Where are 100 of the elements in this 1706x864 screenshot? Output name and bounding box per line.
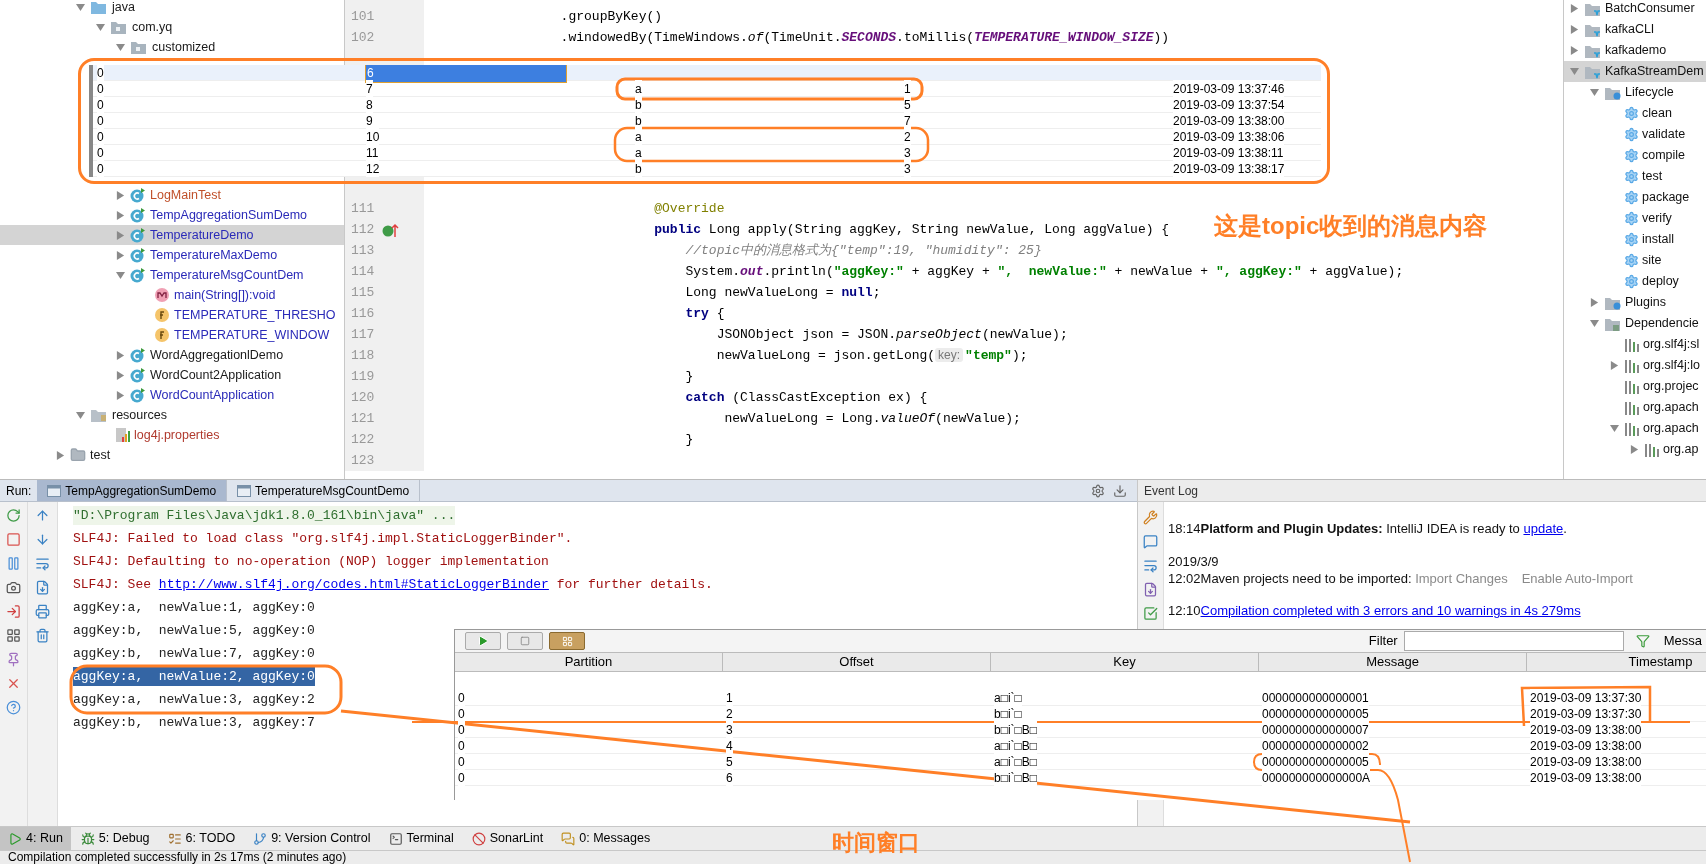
wrap-text-icon[interactable] [1143,558,1158,573]
settings-icon[interactable] [1091,483,1105,498]
expand-arrow-icon[interactable] [1630,445,1639,454]
maven-tree-item[interactable]: Plugins [1564,292,1706,313]
checkbox-icon[interactable] [1143,606,1158,621]
maven-tree-item[interactable]: Lifecycle [1564,82,1706,103]
filter-input[interactable] [1403,631,1624,651]
tree-item[interactable]: TemperatureMaxDemo [0,245,344,265]
arrow-down-icon[interactable] [35,532,50,547]
maven-tree-item[interactable]: install [1564,229,1706,250]
tree-item[interactable]: TemperatureMsgCountDem [0,265,344,285]
collapse-arrow-icon[interactable] [76,2,85,12]
tree-item[interactable]: resources [0,405,344,425]
trash-icon[interactable] [35,628,50,643]
collapse-arrow-icon[interactable] [1590,88,1599,97]
expand-arrow-icon[interactable] [1590,298,1599,307]
column-header[interactable]: Offset [723,653,991,671]
expand-arrow-icon[interactable] [116,350,125,360]
expand-arrow-icon[interactable] [1570,46,1579,55]
maven-tree-item[interactable]: test [1564,166,1706,187]
tool-window-tab[interactable]: 6: TODO [159,827,244,850]
log-action-link[interactable]: Enable Auto-Import [1521,569,1633,589]
log-action-link[interactable]: Import Changes [1415,569,1508,589]
maven-tree-item[interactable]: org.apach [1564,397,1706,418]
collapse-arrow-icon[interactable] [1570,67,1579,76]
maven-tree-item[interactable]: clean [1564,103,1706,124]
tool-window-tab[interactable]: 9: Version Control [245,827,379,850]
maven-tree-item[interactable]: kafkaCLI [1564,19,1706,40]
expand-arrow-icon[interactable] [116,210,125,220]
collapse-arrow-icon[interactable] [116,270,125,280]
balloon-icon[interactable] [1143,534,1158,549]
collapse-arrow-icon[interactable] [76,410,85,420]
expand-arrow-icon[interactable] [56,450,65,460]
tree-item[interactable]: java [0,0,344,17]
maven-tree-item[interactable]: kafkademo [1564,40,1706,61]
pause-icon[interactable] [6,556,21,571]
column-header[interactable]: Key [991,653,1259,671]
tree-item[interactable]: TEMPERATURE_WINDOW [0,325,344,345]
column-header[interactable]: Partition [455,653,723,671]
tree-item[interactable]: LogMainTest [0,185,344,205]
expand-arrow-icon[interactable] [116,250,125,260]
wrench-icon[interactable] [1143,510,1158,525]
tree-item[interactable]: com.yq [0,17,344,37]
tool-window-tab[interactable]: 4: Run [0,827,71,850]
help-icon[interactable] [6,700,21,715]
log-link[interactable]: Compilation completed with 3 errors and 10 warnings in 4s 279ms [1200,601,1581,621]
expand-arrow-icon[interactable] [116,230,125,240]
tree-item[interactable]: customized [0,37,344,57]
start-button[interactable] [465,632,501,650]
expand-arrow-icon[interactable] [1570,4,1579,13]
collapse-arrow-icon[interactable] [1610,424,1619,433]
close-icon[interactable] [6,676,21,691]
maven-tree-item[interactable]: package [1564,187,1706,208]
maven-tree-item[interactable]: org.apach [1564,418,1706,439]
expand-arrow-icon[interactable] [116,390,125,400]
tool-window-tab[interactable]: 0: Messages [553,827,659,850]
maven-tree-item[interactable]: Dependencie [1564,313,1706,334]
table-row[interactable]: 0 10 a 2 2019-03-09 13:38:06 [93,129,1321,145]
collapse-arrow-icon[interactable] [1590,319,1599,328]
maven-tree-item[interactable]: site [1564,250,1706,271]
implements-marker-icon[interactable] [382,221,401,238]
scroll-to-end-icon[interactable] [35,580,50,595]
maven-tree-item[interactable]: BatchConsumer [1564,0,1706,19]
table-row[interactable]: 0 7 a 1 2019-03-09 13:37:46 [93,81,1321,97]
layout-icon[interactable] [6,628,21,643]
run-tab[interactable]: TempAggregationSumDemo [37,480,228,501]
expand-arrow-icon[interactable] [116,370,125,380]
tool-window-tab[interactable]: Terminal [380,827,462,850]
tree-item[interactable]: log4j.properties [0,425,344,445]
print-icon[interactable] [35,604,50,619]
exit-icon[interactable] [6,604,21,619]
column-header[interactable]: Timestamp [1527,653,1706,671]
tree-item[interactable]: WordCount2Application [0,365,344,385]
view-toggle-button[interactable] [549,632,585,650]
column-header[interactable]: Message [1259,653,1527,671]
tree-item[interactable]: test [0,445,344,465]
collapse-arrow-icon[interactable] [96,22,105,32]
maven-tree-item[interactable]: compile [1564,145,1706,166]
table-row[interactable]: 0 6 [93,65,1321,81]
rerun-icon[interactable] [6,508,21,523]
tool-window-tab[interactable]: 5: Debug [72,827,158,850]
expand-arrow-icon[interactable] [1610,361,1619,370]
maven-tree-item[interactable]: deploy [1564,271,1706,292]
table-row[interactable]: 0 8 b 5 2019-03-09 13:37:54 [93,97,1321,113]
maven-tree-item[interactable]: validate [1564,124,1706,145]
hide-panel-icon[interactable] [1113,483,1127,498]
tree-item[interactable]: TemperatureDemo [0,225,344,245]
filter-icon[interactable] [1635,634,1650,648]
camera-icon[interactable] [6,580,21,595]
table-cell[interactable]: 6 [366,65,566,82]
tool-window-tab[interactable]: SonarLint [463,827,552,850]
stop-button[interactable] [507,632,543,650]
maven-tree-item[interactable]: org.projec [1564,376,1706,397]
console-link[interactable]: http://www.slf4j.org/codes.html#StaticLoggerBinder [158,576,549,592]
tree-item[interactable]: WordAggregationlDemo [0,345,344,365]
expand-arrow-icon[interactable] [1570,25,1579,34]
maven-tree-item[interactable]: KafkaStreamDem [1564,61,1706,82]
table-row[interactable]: 0 9 b 7 2019-03-09 13:38:00 [93,113,1321,129]
tree-item[interactable]: TempAggregationSumDemo [0,205,344,225]
stop-icon[interactable] [6,532,21,547]
